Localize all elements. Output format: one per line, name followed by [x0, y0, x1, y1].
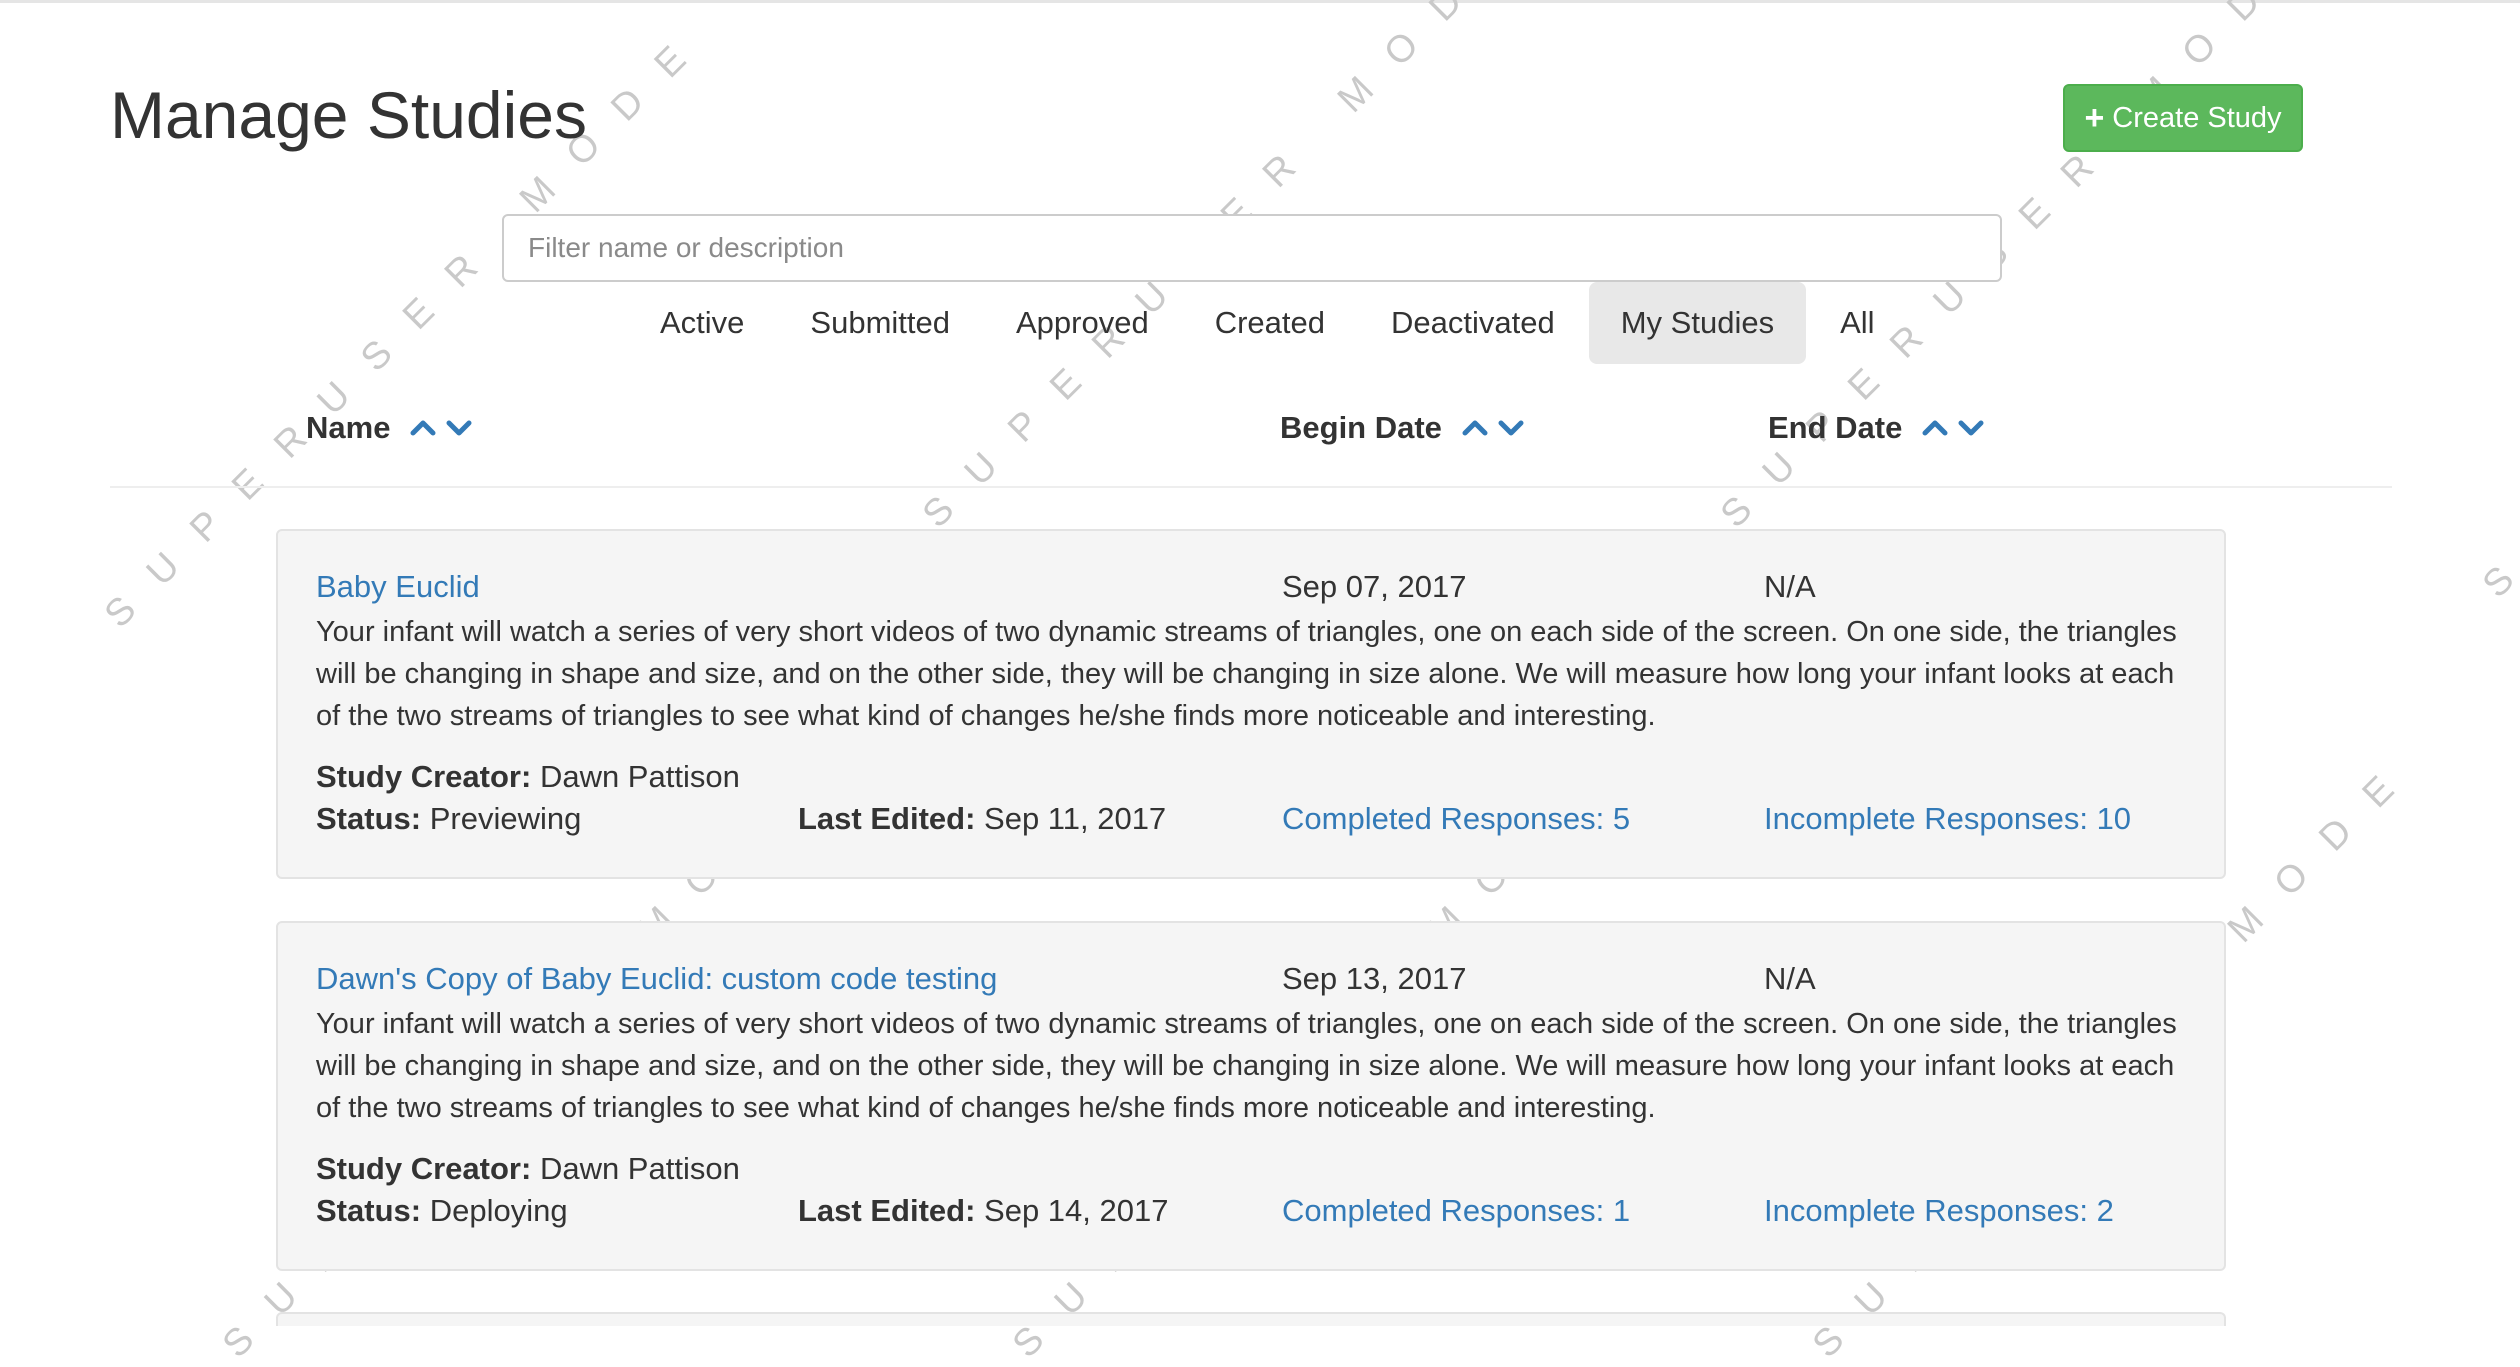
chevron-up-icon[interactable] — [408, 413, 438, 443]
create-study-label: Create Study — [2112, 101, 2282, 134]
study-description: Your infant will watch a series of very … — [316, 1008, 2177, 1124]
study-last-edited: Last Edited: Sep 11, 2017 — [798, 801, 1166, 837]
study-end-date: N/A — [1764, 569, 1816, 604]
study-begin-date: Sep 07, 2017 — [1282, 569, 1467, 604]
sort-controls-begin-date — [1460, 413, 1526, 443]
tab-approved[interactable]: Approved — [984, 282, 1181, 364]
chevron-down-icon[interactable] — [1496, 413, 1526, 443]
incomplete-responses-link[interactable]: Incomplete Responses: 10 — [1764, 801, 2131, 837]
completed-responses-link[interactable]: Completed Responses: 5 — [1282, 801, 1630, 837]
tab-submitted[interactable]: Submitted — [778, 282, 982, 364]
watermark-text: SUPERUSER MODE — [2474, 0, 2520, 606]
study-card: Baby Euclid Sep 07, 2017 N/A Your infant… — [276, 529, 2226, 879]
study-last-edited-value: Sep 14, 2017 — [984, 1193, 1169, 1228]
study-name-link[interactable]: Baby Euclid — [316, 569, 480, 605]
tab-deactivated[interactable]: Deactivated — [1359, 282, 1587, 364]
column-header-end-date: End Date — [1768, 403, 1986, 453]
completed-responses-link[interactable]: Completed Responses: 1 — [1282, 1193, 1630, 1229]
study-begin-date: Sep 13, 2017 — [1282, 961, 1467, 996]
next-study-card-edge — [276, 1312, 2226, 1326]
chevron-up-icon[interactable] — [1920, 413, 1950, 443]
study-last-edited-label: Last Edited: — [798, 1193, 976, 1228]
study-status-value: Deploying — [429, 1193, 568, 1228]
study-creator-label: Study Creator: — [316, 1151, 532, 1186]
chevron-down-icon[interactable] — [1956, 413, 1986, 443]
study-end-date: N/A — [1764, 961, 1816, 996]
filter-input[interactable] — [502, 214, 2002, 282]
incomplete-responses-link[interactable]: Incomplete Responses: 2 — [1764, 1193, 2114, 1229]
tab-my-studies[interactable]: My Studies — [1588, 282, 1807, 364]
study-status-label: Status: — [316, 801, 422, 836]
study-status-value: Previewing — [429, 801, 582, 836]
sort-controls-name — [408, 413, 474, 443]
chevron-down-icon[interactable] — [444, 413, 474, 443]
column-header-begin-date: Begin Date — [1280, 403, 1526, 453]
study-card: Dawn's Copy of Baby Euclid: custom code … — [276, 921, 2226, 1271]
create-study-button[interactable]: + Create Study — [2063, 84, 2303, 152]
study-creator-value: Dawn Pattison — [539, 759, 740, 794]
column-label-begin-date: Begin Date — [1280, 410, 1442, 445]
column-header-name: Name — [306, 403, 474, 453]
top-border — [0, 0, 2520, 3]
study-creator-label: Study Creator: — [316, 759, 532, 794]
study-creator: Study Creator: Dawn Pattison — [316, 759, 740, 795]
study-last-edited: Last Edited: Sep 14, 2017 — [798, 1193, 1168, 1229]
plus-icon: + — [2084, 99, 2105, 137]
sort-controls-end-date — [1920, 413, 1986, 443]
study-last-edited-label: Last Edited: — [798, 801, 976, 836]
study-status-label: Status: — [316, 1193, 422, 1228]
study-creator-value: Dawn Pattison — [539, 1151, 740, 1186]
study-name-link[interactable]: Dawn's Copy of Baby Euclid: custom code … — [316, 961, 997, 997]
tab-created[interactable]: Created — [1183, 282, 1357, 364]
tab-active[interactable]: Active — [628, 282, 776, 364]
study-last-edited-value: Sep 11, 2017 — [984, 801, 1167, 836]
column-label-end-date: End Date — [1768, 410, 1903, 445]
status-tabs: Active Submitted Approved Created Deacti… — [628, 282, 1907, 364]
column-label-name: Name — [306, 410, 391, 445]
study-status: Status: Previewing — [316, 801, 581, 837]
study-description: Your infant will watch a series of very … — [316, 616, 2177, 732]
page-title: Manage Studies — [110, 78, 587, 152]
header-divider — [110, 486, 2392, 488]
tab-all[interactable]: All — [1808, 282, 1906, 364]
study-creator: Study Creator: Dawn Pattison — [316, 1151, 740, 1187]
study-status: Status: Deploying — [316, 1193, 568, 1229]
chevron-up-icon[interactable] — [1460, 413, 1490, 443]
